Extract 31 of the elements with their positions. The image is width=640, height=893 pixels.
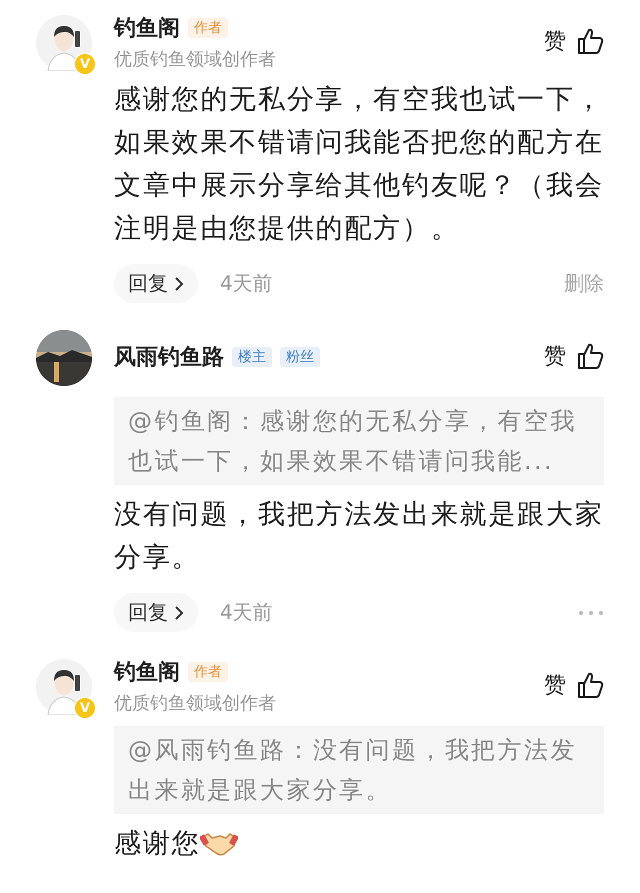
user-name[interactable]: 风雨钓鱼路 [114,342,224,372]
user-title: 优质钓鱼领域创作者 [114,692,277,715]
like-button[interactable]: 赞 [544,341,604,371]
chevron-right-icon [174,604,184,620]
comment-text: 感谢您 [114,827,200,861]
comment-text: 感谢您的无私分享，有空我也试一下，如果效果不错请问我能否把您的配方在文章中展示分享给其他钓友呢？（我会注明是由您提供的配方）。 [114,83,605,246]
quoted-comment: @钓鱼阁：感谢您的无私分享，有空我也试一下，如果效果不错请问我能... [114,397,604,485]
like-button[interactable]: 赞 [544,26,604,56]
like-button[interactable]: 赞 [544,670,604,700]
thumbs-up-icon [576,27,604,55]
verified-badge: V [74,697,96,719]
user-tag: 作者 [188,662,228,682]
user-tag: 粉丝 [280,347,320,367]
avatar-icon [36,15,92,71]
comment-text: 没有问题，我把方法发出来就是跟大家分享。 [114,498,605,575]
avatar-icon [36,659,92,715]
user-tag: 作者 [188,18,228,38]
thumbs-up-icon [576,671,604,699]
quoted-comment: @风雨钓鱼路：没有问题，我把方法发出来就是跟大家分享。 [114,726,604,814]
user-tag: 楼主 [232,347,272,367]
user-name[interactable]: 钓鱼阁 [114,13,180,43]
reply-button[interactable]: 回复 [114,264,198,303]
verified-badge: V [74,53,96,75]
user-name[interactable]: 钓鱼阁 [114,657,180,687]
more-icon[interactable] [578,610,604,616]
chevron-right-icon [174,276,184,292]
comment-time: 4天前 [220,599,273,626]
user-title: 优质钓鱼领域创作者 [114,48,277,71]
thumbs-up-icon [576,342,604,370]
reply-button[interactable]: 回复 [114,593,198,632]
comment-time: 4天前 [220,270,273,297]
